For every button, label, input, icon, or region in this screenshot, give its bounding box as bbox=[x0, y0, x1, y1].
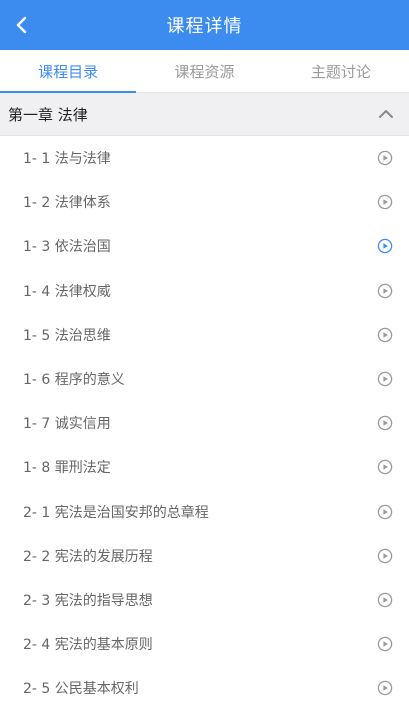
play-circle-icon[interactable] bbox=[376, 503, 394, 521]
lesson-item[interactable]: 1- 2 法律体系 bbox=[0, 180, 409, 224]
lesson-label: 1- 1 法与法律 bbox=[23, 151, 111, 168]
play-circle-icon[interactable] bbox=[376, 282, 394, 300]
play-circle-icon[interactable] bbox=[376, 458, 394, 476]
chapter-title: 第一章 法律 bbox=[8, 105, 88, 124]
play-circle-icon[interactable] bbox=[376, 679, 394, 697]
tab-course-resources[interactable]: 课程资源 bbox=[136, 50, 272, 92]
lesson-item[interactable]: 2- 5 公民基本权利 bbox=[0, 666, 409, 710]
chapter-header[interactable]: 第一章 法律 bbox=[0, 93, 409, 136]
play-circle-icon[interactable] bbox=[376, 149, 394, 167]
lesson-item[interactable]: 1- 4 法律权威 bbox=[0, 269, 409, 313]
tab-topic-discussion[interactable]: 主题讨论 bbox=[273, 50, 409, 92]
play-circle-icon[interactable] bbox=[376, 370, 394, 388]
play-circle-icon[interactable] bbox=[376, 591, 394, 609]
lesson-label: 2- 4 宪法的基本原则 bbox=[23, 637, 153, 654]
play-circle-icon[interactable] bbox=[376, 414, 394, 432]
lesson-label: 1- 7 诚实信用 bbox=[23, 416, 111, 433]
tab-bar: 课程目录 课程资源 主题讨论 bbox=[0, 50, 409, 93]
lesson-label: 1- 4 法律权威 bbox=[23, 283, 111, 300]
lesson-item[interactable]: 1- 8 罪刑法定 bbox=[0, 445, 409, 489]
lesson-item[interactable]: 1- 1 法与法律 bbox=[0, 136, 409, 180]
play-circle-icon[interactable] bbox=[376, 237, 394, 255]
play-circle-icon[interactable] bbox=[376, 193, 394, 211]
app-header: 课程详情 bbox=[0, 0, 409, 50]
lesson-item[interactable]: 1- 6 程序的意义 bbox=[0, 357, 409, 401]
chevron-left-icon bbox=[16, 16, 27, 34]
play-circle-icon[interactable] bbox=[376, 547, 394, 565]
lesson-item[interactable]: 2- 1 宪法是治国安邦的总章程 bbox=[0, 490, 409, 534]
lesson-item[interactable]: 2- 4 宪法的基本原则 bbox=[0, 622, 409, 666]
lesson-label: 2- 2 宪法的发展历程 bbox=[23, 548, 153, 565]
back-button[interactable] bbox=[6, 9, 38, 41]
lesson-label: 2- 1 宪法是治国安邦的总章程 bbox=[23, 504, 209, 521]
play-circle-icon[interactable] bbox=[376, 326, 394, 344]
lesson-list: 1- 1 法与法律 1- 2 法律体系 1- 3 依法治国 1- 4 法律权威 1- 5… bbox=[0, 136, 409, 710]
lesson-item[interactable]: 1- 5 法治思维 bbox=[0, 313, 409, 357]
lesson-label: 1- 6 程序的意义 bbox=[23, 372, 125, 389]
page-title: 课程详情 bbox=[166, 16, 243, 37]
lesson-label: 2- 5 公民基本权利 bbox=[23, 681, 139, 698]
tab-course-catalog[interactable]: 课程目录 bbox=[0, 50, 137, 93]
lesson-item[interactable]: 1- 3 依法治国 bbox=[0, 224, 409, 268]
lesson-item[interactable]: 2- 3 宪法的指导思想 bbox=[0, 578, 409, 622]
play-circle-icon[interactable] bbox=[376, 635, 394, 653]
lesson-label: 1- 8 罪刑法定 bbox=[23, 460, 111, 477]
lesson-label: 2- 3 宪法的指导思想 bbox=[23, 592, 153, 609]
lesson-label: 1- 2 法律体系 bbox=[23, 195, 111, 212]
lesson-item[interactable]: 1- 7 诚实信用 bbox=[0, 401, 409, 445]
chevron-up-icon[interactable] bbox=[377, 105, 395, 123]
lesson-label: 1- 5 法治思维 bbox=[23, 327, 111, 344]
lesson-label: 1- 3 依法治国 bbox=[23, 239, 111, 256]
lesson-item[interactable]: 2- 2 宪法的发展历程 bbox=[0, 534, 409, 578]
